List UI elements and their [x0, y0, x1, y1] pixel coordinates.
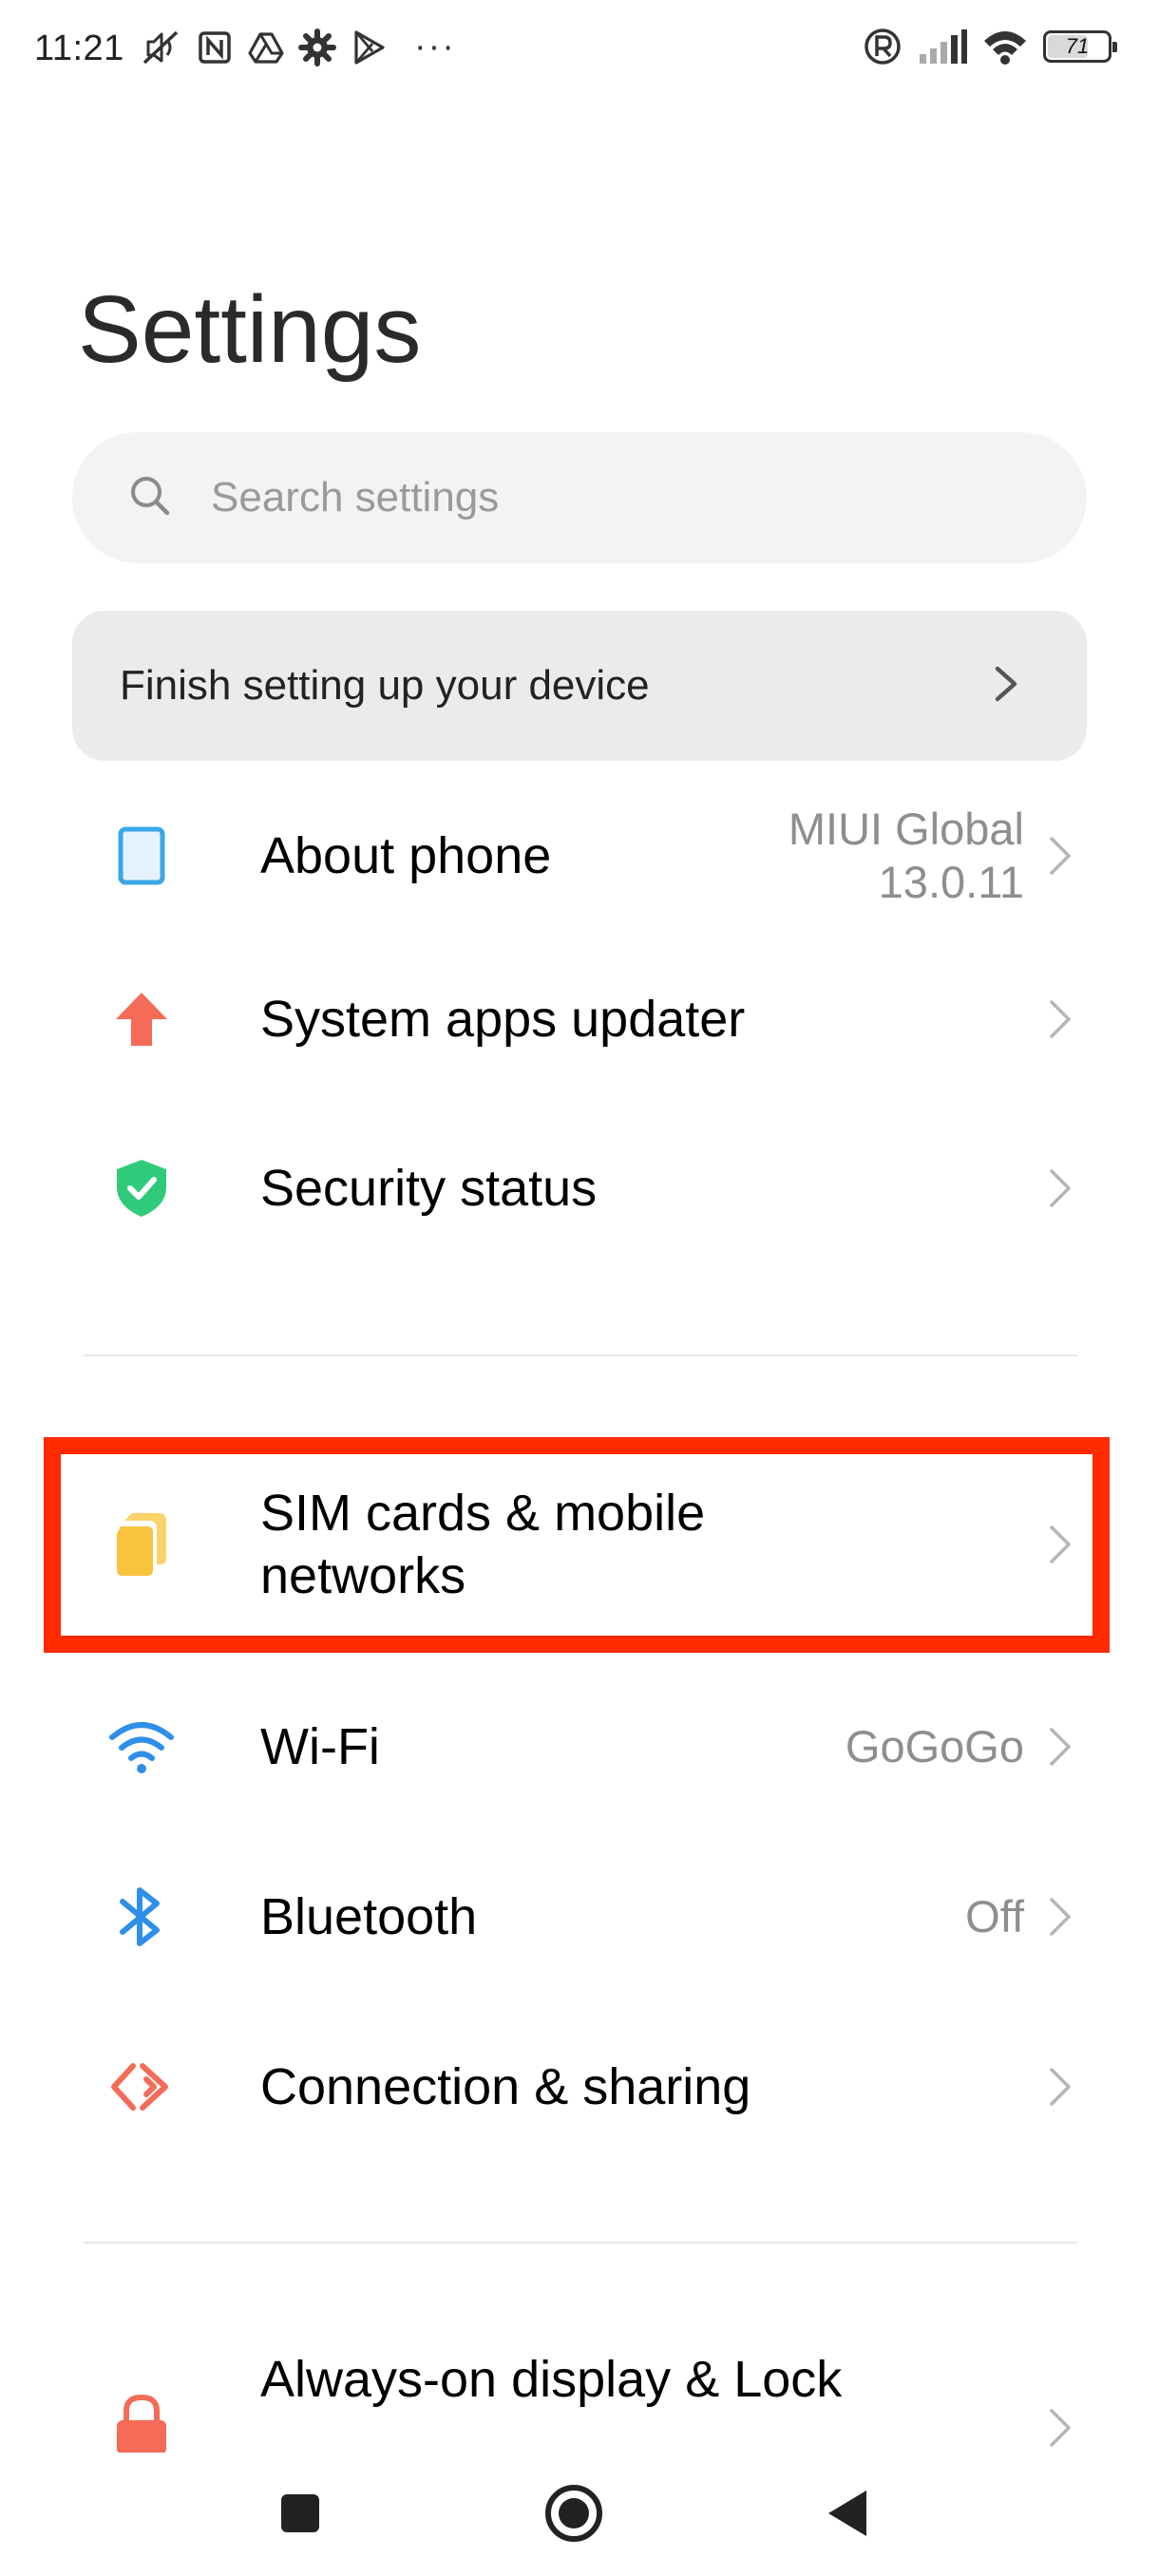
page-title: Settings: [78, 276, 422, 383]
status-bar: 11:21 ··· 71: [0, 0, 1159, 104]
battery-icon: 71: [1043, 30, 1117, 63]
shield-check-icon: [108, 1155, 175, 1222]
settings-item-value: Off: [965, 1891, 1024, 1941]
mute-icon: [141, 28, 182, 66]
label-line-2: networks: [260, 1547, 466, 1604]
chevron-right-icon: [1041, 1890, 1079, 1943]
label-line-1: SIM cards & mobile: [260, 1485, 706, 1542]
settings-item-always-on-display-lock[interactable]: Always-on display & Lock: [72, 2351, 1087, 2458]
status-icons-right: 71: [863, 27, 1117, 66]
gear-icon: [298, 28, 336, 66]
chevron-right-icon: [1041, 1720, 1079, 1773]
signal-icon: [918, 28, 967, 66]
status-time: 11:21: [34, 28, 124, 68]
chevron-right-icon: [1041, 2401, 1079, 2454]
sim-card-icon: [108, 1511, 175, 1578]
value-line-2: 13.0.11: [878, 857, 1024, 907]
home-button[interactable]: [536, 2475, 612, 2551]
overflow-indicator: ···: [414, 27, 456, 66]
recents-button[interactable]: [262, 2475, 338, 2551]
settings-item-label: System apps updater: [260, 991, 746, 1048]
settings-item-label: About phone: [260, 827, 552, 884]
settings-item-system-apps-updater[interactable]: System apps updater: [72, 967, 1087, 1071]
settings-item-security-status[interactable]: Security status: [72, 1136, 1087, 1241]
connection-icon: [108, 2054, 175, 2120]
finish-setup-card[interactable]: Finish setting up your device: [72, 611, 1087, 761]
play-store-icon: [350, 28, 388, 66]
settings-item-label: Security status: [260, 1160, 598, 1217]
settings-item-wifi[interactable]: Wi-Fi GoGoGo: [72, 1695, 1087, 1799]
settings-item-value: MIUI Global 13.0.11: [788, 803, 1024, 909]
drive-icon: [247, 28, 285, 66]
settings-item-sim-cards[interactable]: SIM cards & mobile networks: [72, 1463, 1087, 1626]
chevron-right-icon: [1041, 993, 1079, 1046]
settings-item-bluetooth[interactable]: Bluetooth Off: [72, 1865, 1087, 1969]
search-input[interactable]: [209, 473, 973, 522]
back-button[interactable]: [809, 2475, 885, 2551]
settings-item-label: SIM cards & mobile networks: [260, 1482, 705, 1607]
settings-item-label: Connection & sharing: [260, 2058, 751, 2115]
phone-icon: [108, 823, 175, 889]
settings-screen: 11:21 ··· 71 Settings Search settings Fi…: [0, 0, 1159, 2576]
arrow-up-icon: [108, 986, 175, 1052]
finish-setup-label: Finish setting up your device: [120, 662, 650, 709]
section-divider: [84, 1354, 1077, 1356]
navigation-bar: [0, 2453, 1159, 2576]
settings-item-label: Always-on display & Lock: [260, 2351, 843, 2408]
settings-item-label: Bluetooth: [260, 1888, 478, 1945]
settings-item-label: Wi-Fi: [260, 1718, 380, 1775]
bluetooth-icon: [108, 1884, 175, 1950]
value-line-1: MIUI Global: [788, 804, 1024, 854]
nfc-icon: [196, 28, 234, 66]
wifi-icon: [982, 28, 1028, 66]
chevron-right-icon: [1041, 1162, 1079, 1215]
wifi-icon: [108, 1714, 175, 1780]
status-icons-left: ···: [141, 27, 456, 67]
chevron-right-icon: [1041, 2060, 1079, 2113]
registered-icon: [863, 27, 902, 66]
chevron-right-icon: [1041, 1518, 1079, 1571]
chevron-right-icon: [1041, 829, 1079, 882]
search-box[interactable]: [72, 432, 1087, 563]
lock-icon: [108, 2392, 175, 2458]
chevron-right-icon: [992, 663, 1020, 710]
battery-percent: 71: [1065, 34, 1090, 58]
settings-item-connection-sharing[interactable]: Connection & sharing: [72, 2035, 1087, 2139]
settings-item-about-phone[interactable]: About phone MIUI Global 13.0.11: [72, 788, 1087, 923]
settings-item-value: GoGoGo: [845, 1721, 1024, 1771]
section-divider: [84, 2242, 1077, 2244]
search-icon: [127, 473, 173, 523]
